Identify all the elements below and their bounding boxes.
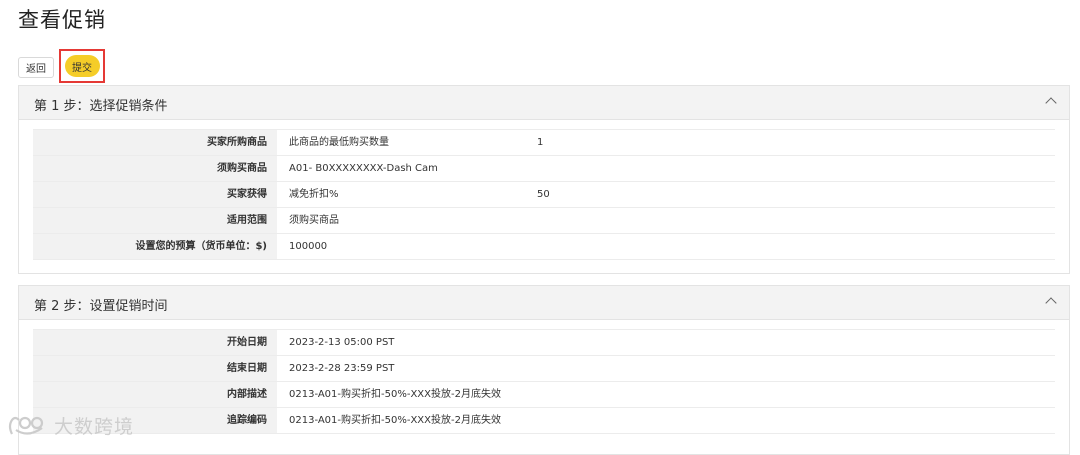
step1-table: 买家所购商品 此商品的最低购买数量 1 须购买商品 A01- B0XXXXXXX… xyxy=(33,129,1055,260)
toolbar: 返回 提交 xyxy=(18,49,105,84)
row-extra: 50 xyxy=(537,189,550,200)
watermark: 大数跨境 xyxy=(6,412,134,439)
table-row: 适用范围 须购买商品 xyxy=(33,208,1055,234)
row-extra: 1 xyxy=(537,137,544,148)
row-label: 买家获得 xyxy=(33,182,277,207)
table-row: 买家所购商品 此商品的最低购买数量 1 xyxy=(33,130,1055,156)
row-label: 须购买商品 xyxy=(33,156,277,181)
table-row: 设置您的预算（货币单位：$) 100000 xyxy=(33,234,1055,260)
step1-title: 第 1 步：选择促销条件 xyxy=(34,99,168,114)
submit-button[interactable]: 提交 xyxy=(64,55,100,77)
page-title: 查看促销 xyxy=(18,8,106,32)
step2-table: 开始日期 2023-2-13 05:00 PST 结束日期 2023-2-28 … xyxy=(33,329,1055,434)
table-row: 追踪编码 0213-A01-购买折扣-50%-XXX投放-2月底失效 xyxy=(33,408,1055,434)
row-value: 须购买商品 xyxy=(289,215,339,226)
submit-highlight-box: 提交 xyxy=(59,49,105,83)
table-row: 内部描述 0213-A01-购买折扣-50%-XXX投放-2月底失效 xyxy=(33,382,1055,408)
step2-title: 第 2 步：设置促销时间 xyxy=(34,299,168,314)
brand-logo-icon xyxy=(8,416,44,435)
step2-header[interactable]: 第 2 步：设置促销时间 xyxy=(19,286,1069,320)
row-value: 0213-A01-购买折扣-50%-XXX投放-2月底失效 xyxy=(289,415,501,426)
row-value: 100000 xyxy=(289,241,328,252)
row-value: 此商品的最低购买数量 xyxy=(289,137,389,148)
row-label: 开始日期 xyxy=(33,330,277,355)
table-row: 买家获得 减免折扣% 50 xyxy=(33,182,1055,208)
row-label: 适用范围 xyxy=(33,208,277,233)
step1-panel: 第 1 步：选择促销条件 买家所购商品 此商品的最低购买数量 1 须购买商品 A… xyxy=(18,85,1070,274)
back-button[interactable]: 返回 xyxy=(18,56,54,78)
row-label: 设置您的预算（货币单位：$) xyxy=(33,234,277,259)
row-label: 买家所购商品 xyxy=(33,130,277,155)
table-row: 结束日期 2023-2-28 23:59 PST xyxy=(33,356,1055,382)
row-value: 减免折扣% xyxy=(289,189,339,200)
chevron-up-icon[interactable] xyxy=(1045,97,1057,109)
row-label: 内部描述 xyxy=(33,382,277,407)
row-value: 2023-2-28 23:59 PST xyxy=(289,363,395,374)
row-label: 结束日期 xyxy=(33,356,277,381)
table-row: 开始日期 2023-2-13 05:00 PST xyxy=(33,330,1055,356)
row-value: A01- B0XXXXXXXX-Dash Cam xyxy=(289,163,438,174)
watermark-text: 大数跨境 xyxy=(54,416,135,438)
row-value: 2023-2-13 05:00 PST xyxy=(289,337,395,348)
row-value: 0213-A01-购买折扣-50%-XXX投放-2月底失效 xyxy=(289,389,501,400)
table-row: 须购买商品 A01- B0XXXXXXXX-Dash Cam xyxy=(33,156,1055,182)
step1-header[interactable]: 第 1 步：选择促销条件 xyxy=(19,86,1069,120)
chevron-up-icon[interactable] xyxy=(1045,297,1057,309)
step2-panel: 第 2 步：设置促销时间 开始日期 2023-2-13 05:00 PST 结束… xyxy=(18,285,1070,455)
